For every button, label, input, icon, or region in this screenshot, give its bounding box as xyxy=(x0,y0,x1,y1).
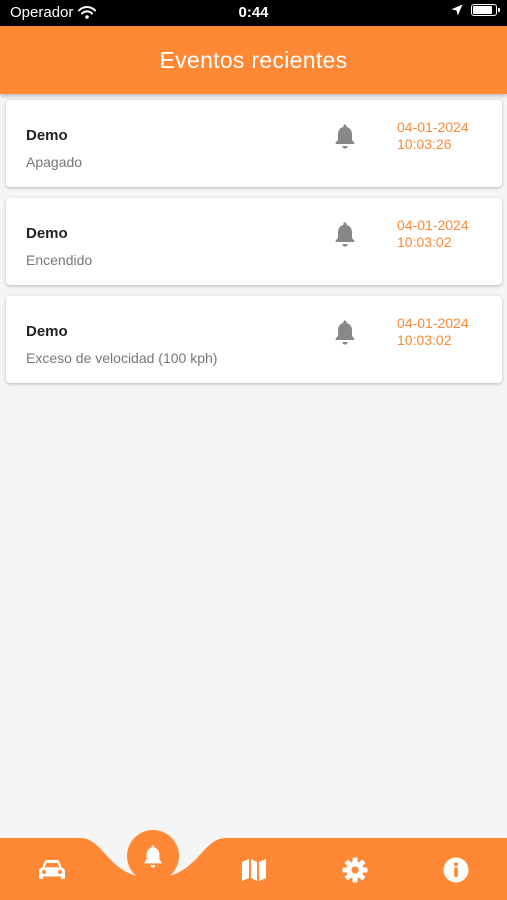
info-icon xyxy=(443,857,469,883)
event-name: Demo xyxy=(26,127,68,144)
nav-info-button[interactable] xyxy=(441,855,471,885)
event-time: 10:03:02 xyxy=(397,332,452,348)
nav-settings-button[interactable] xyxy=(340,855,370,885)
status-right xyxy=(451,4,500,16)
event-list: Demo Apagado 04-01-2024 10:03:26 Demo En… xyxy=(6,100,502,394)
location-arrow-icon xyxy=(451,4,463,16)
map-icon xyxy=(242,859,266,881)
event-card[interactable]: Demo Encendido 04-01-2024 10:03:02 xyxy=(6,198,502,285)
gear-icon xyxy=(342,857,368,883)
event-date: 04-01-2024 xyxy=(397,217,469,233)
car-icon xyxy=(39,860,65,879)
event-description: Exceso de velocidad (100 kph) xyxy=(26,350,218,366)
battery-fill xyxy=(473,6,493,14)
bottom-nav xyxy=(0,830,507,900)
status-time: 0:44 xyxy=(238,4,269,21)
event-name: Demo xyxy=(26,323,68,340)
nav-vehicles-button[interactable] xyxy=(37,855,67,885)
bell-icon xyxy=(144,845,162,868)
bell-icon xyxy=(335,222,355,247)
status-bar: Operador 0:44 xyxy=(0,0,507,26)
bell-icon xyxy=(335,124,355,149)
event-name: Demo xyxy=(26,225,68,242)
page-title: Eventos recientes xyxy=(159,46,348,73)
event-description: Apagado xyxy=(26,154,83,170)
nav-events-button[interactable] xyxy=(127,830,179,882)
event-date: 04-01-2024 xyxy=(397,119,469,135)
event-datetime: 04-01-2024 10:03:26 xyxy=(397,119,469,153)
bell-icon xyxy=(335,320,355,345)
event-time: 10:03:26 xyxy=(397,136,452,152)
event-card[interactable]: Demo Exceso de velocidad (100 kph) 04-01… xyxy=(6,296,502,383)
app-header: Eventos recientes xyxy=(0,26,507,94)
event-time: 10:03:02 xyxy=(397,234,452,250)
battery-icon xyxy=(471,4,500,16)
nav-map-button[interactable] xyxy=(239,855,269,885)
event-date: 04-01-2024 xyxy=(397,315,469,331)
event-card[interactable]: Demo Apagado 04-01-2024 10:03:26 xyxy=(6,100,502,187)
event-description: Encendido xyxy=(26,252,93,268)
event-datetime: 04-01-2024 10:03:02 xyxy=(397,315,469,349)
event-datetime: 04-01-2024 10:03:02 xyxy=(397,217,469,251)
